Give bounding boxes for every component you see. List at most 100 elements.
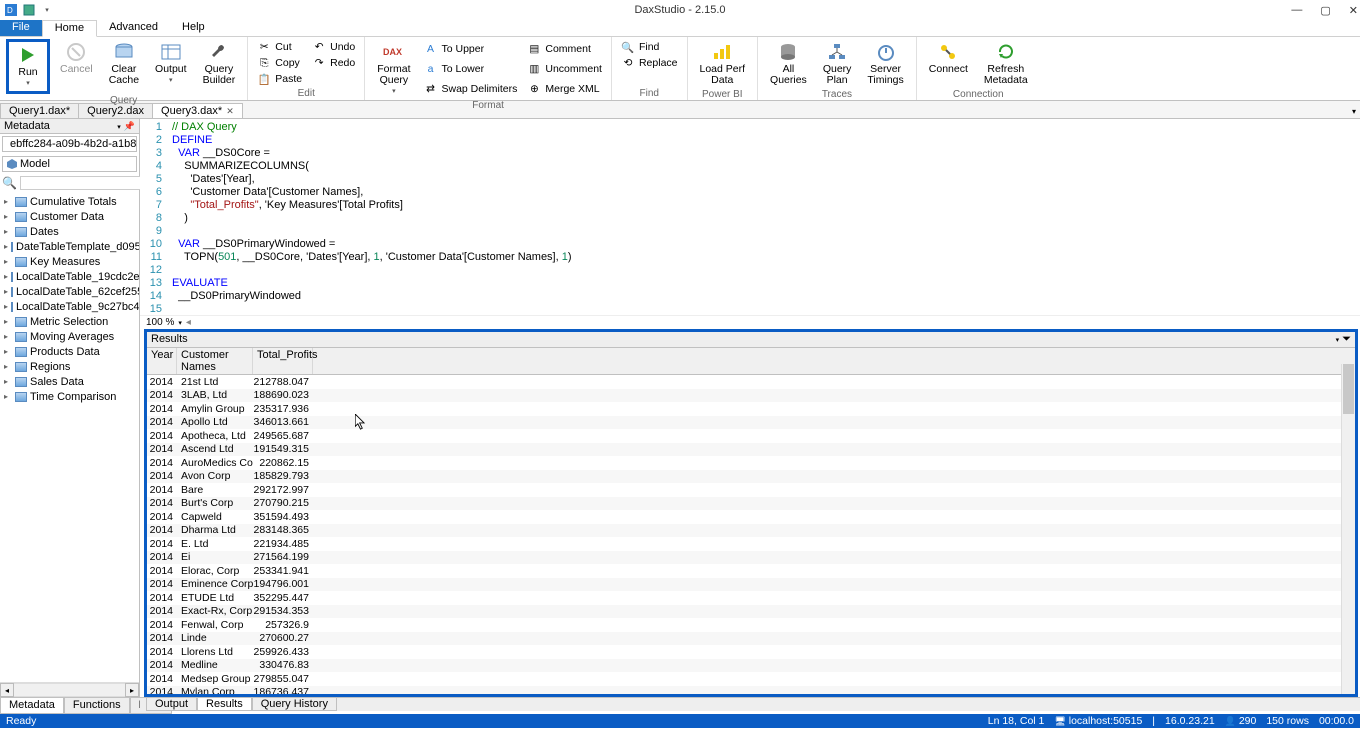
metadata-search-input[interactable] xyxy=(20,176,158,190)
table-row[interactable]: 2014Eminence Corp194796.001 xyxy=(147,578,1355,592)
tree-item[interactable]: ▸Metric Selection xyxy=(0,314,139,329)
table-row[interactable]: 2014Capweld351594.493 xyxy=(147,510,1355,524)
comment-button[interactable]: ▤Comment xyxy=(524,41,605,57)
tree-item[interactable]: ▸Cumulative Totals xyxy=(0,194,139,209)
tree-item[interactable]: ▸Customer Data xyxy=(0,209,139,224)
table-row[interactable]: 2014Llorens Ltd259926.433 xyxy=(147,645,1355,659)
tab-help[interactable]: Help xyxy=(170,20,217,36)
table-row[interactable]: 2014Amylin Group235317.936 xyxy=(147,402,1355,416)
expand-icon[interactable]: ▸ xyxy=(4,362,12,371)
tab-advanced[interactable]: Advanced xyxy=(97,20,170,36)
swap-delimiters-button[interactable]: ⇄Swap Delimiters xyxy=(421,81,521,97)
cut-button[interactable]: ✂Cut xyxy=(254,39,305,55)
expand-icon[interactable]: ▸ xyxy=(4,332,12,341)
table-row[interactable]: 2014Medsep Group279855.047 xyxy=(147,672,1355,686)
table-row[interactable]: 2014Mylan Corp186736.437 xyxy=(147,686,1355,695)
maximize-button[interactable]: ▢ xyxy=(1320,4,1330,17)
qat-save-icon[interactable] xyxy=(22,3,36,17)
table-row[interactable]: 2014Dharma Ltd283148.365 xyxy=(147,524,1355,538)
results-pin-icon[interactable]: ⏷ xyxy=(1342,333,1351,345)
connect-button[interactable]: Connect xyxy=(923,39,974,88)
table-row[interactable]: 2014Apollo Ltd346013.661 xyxy=(147,416,1355,430)
model-selector[interactable]: Model xyxy=(2,156,137,172)
table-row[interactable]: 2014Fenwal, Corp257326.9 xyxy=(147,618,1355,632)
tree-item[interactable]: ▸LocalDateTable_62cef255-0 xyxy=(0,284,139,299)
table-row[interactable]: 2014Bare292172.997 xyxy=(147,483,1355,497)
tree-item[interactable]: ▸DateTableTemplate_d095fb xyxy=(0,239,139,254)
minimize-button[interactable]: — xyxy=(1291,4,1302,17)
code-editor[interactable]: 123456789101112131415161718 // DAX Query… xyxy=(140,119,1360,329)
clear-cache-button[interactable]: Clear Cache xyxy=(103,39,145,94)
expand-icon[interactable]: ▸ xyxy=(4,212,12,221)
tree-item[interactable]: ▸Key Measures xyxy=(0,254,139,269)
scroll-left-icon[interactable]: ◂ xyxy=(0,683,14,697)
tree-item[interactable]: ▸Sales Data xyxy=(0,374,139,389)
table-row[interactable]: 2014E. Ltd221934.485 xyxy=(147,537,1355,551)
server-timings-button[interactable]: Server Timings xyxy=(861,39,909,88)
expand-icon[interactable]: ▸ xyxy=(4,227,12,236)
to-lower-button[interactable]: aTo Lower xyxy=(421,61,521,77)
col-customer-names[interactable]: Customer Names xyxy=(177,348,253,374)
table-row[interactable]: 2014Exact-Rx, Corp291534.353 xyxy=(147,605,1355,619)
redo-button[interactable]: ↷Redo xyxy=(309,55,358,71)
expand-icon[interactable]: ▸ xyxy=(4,392,12,401)
tree-item[interactable]: ▸LocalDateTable_9c27bc4b- xyxy=(0,299,139,314)
all-queries-button[interactable]: All Queries xyxy=(764,39,813,88)
results-v-scrollbar[interactable] xyxy=(1341,364,1355,694)
col-year[interactable]: Year xyxy=(147,348,177,374)
database-selector[interactable]: ebffc284-a09b-4b2d-a1b8- ▾ xyxy=(2,136,137,152)
expand-icon[interactable]: ▸ xyxy=(4,287,8,296)
load-perf-data-button[interactable]: Load Perf Data xyxy=(694,39,752,88)
table-row[interactable]: 2014Linde270600.27 xyxy=(147,632,1355,646)
table-row[interactable]: 2014ETUDE Ltd352295.447 xyxy=(147,591,1355,605)
scroll-right-icon[interactable]: ▸ xyxy=(125,683,139,697)
tree-item[interactable]: ▸Moving Averages xyxy=(0,329,139,344)
close-tab-icon[interactable]: ✕ xyxy=(226,106,234,117)
table-row[interactable]: 2014Apotheca, Ltd249565.687 xyxy=(147,429,1355,443)
table-row[interactable]: 2014Burt's Corp270790.215 xyxy=(147,497,1355,511)
table-row[interactable]: 2014Ei271564.199 xyxy=(147,551,1355,565)
metadata-btab[interactable]: Metadata xyxy=(0,697,64,714)
table-row[interactable]: 2014Ascend Ltd191549.315 xyxy=(147,443,1355,457)
cancel-button[interactable]: Cancel xyxy=(54,39,99,94)
expand-icon[interactable]: ▸ xyxy=(4,377,12,386)
refresh-metadata-button[interactable]: Refresh Metadata xyxy=(978,39,1034,88)
output-button[interactable]: Output▾ xyxy=(149,39,193,94)
query-builder-button[interactable]: Query Builder xyxy=(197,39,242,94)
format-query-button[interactable]: DAX Format Query▾ xyxy=(371,39,416,99)
tab-home[interactable]: Home xyxy=(42,20,97,37)
expand-icon[interactable]: ▸ xyxy=(4,347,12,356)
expand-icon[interactable]: ▸ xyxy=(4,302,8,311)
expand-icon[interactable]: ▸ xyxy=(4,242,8,251)
qat-dropdown-icon[interactable]: ▾ xyxy=(40,3,54,17)
find-button[interactable]: 🔍Find xyxy=(618,39,681,55)
undo-button[interactable]: ↶Undo xyxy=(309,39,358,55)
uncomment-button[interactable]: ▥Uncomment xyxy=(524,61,605,77)
tree-item[interactable]: ▸Time Comparison xyxy=(0,389,139,404)
table-row[interactable]: 2014AuroMedics Corp220862.15 xyxy=(147,456,1355,470)
merge-xml-button[interactable]: ⊕Merge XML xyxy=(524,81,605,97)
tree-item[interactable]: ▸Dates xyxy=(0,224,139,239)
paste-button[interactable]: 📋Paste xyxy=(254,71,305,87)
expand-icon[interactable]: ▸ xyxy=(4,257,12,266)
output-btab[interactable]: Output xyxy=(146,697,197,711)
metadata-btab[interactable]: Functions xyxy=(64,697,130,714)
table-row[interactable]: 201421st Ltd212788.047 xyxy=(147,375,1355,389)
table-row[interactable]: 2014Elorac, Corp253341.941 xyxy=(147,564,1355,578)
expand-icon[interactable]: ▸ xyxy=(4,317,12,326)
col-total-profits[interactable]: Total_Profits xyxy=(253,348,313,374)
tree-item[interactable]: ▸LocalDateTable_19cdc2e1- xyxy=(0,269,139,284)
expand-icon[interactable]: ▸ xyxy=(4,197,12,206)
tab-file[interactable]: File xyxy=(0,20,42,36)
query-plan-button[interactable]: Query Plan xyxy=(817,39,858,88)
close-button[interactable]: ✕ xyxy=(1349,4,1358,17)
run-button[interactable]: Run▾ xyxy=(9,42,47,91)
table-row[interactable]: 2014Medline330476.83 xyxy=(147,659,1355,673)
output-btab[interactable]: Query History xyxy=(252,697,337,711)
pin-icon[interactable]: 📌 xyxy=(124,121,135,131)
output-btab[interactable]: Results xyxy=(197,697,252,711)
tree-item[interactable]: ▸Regions xyxy=(0,359,139,374)
table-row[interactable]: 20143LAB, Ltd188690.023 xyxy=(147,389,1355,403)
h-scrollbar[interactable]: ◂ ▸ xyxy=(0,682,139,697)
replace-button[interactable]: ⟲Replace xyxy=(618,55,681,71)
